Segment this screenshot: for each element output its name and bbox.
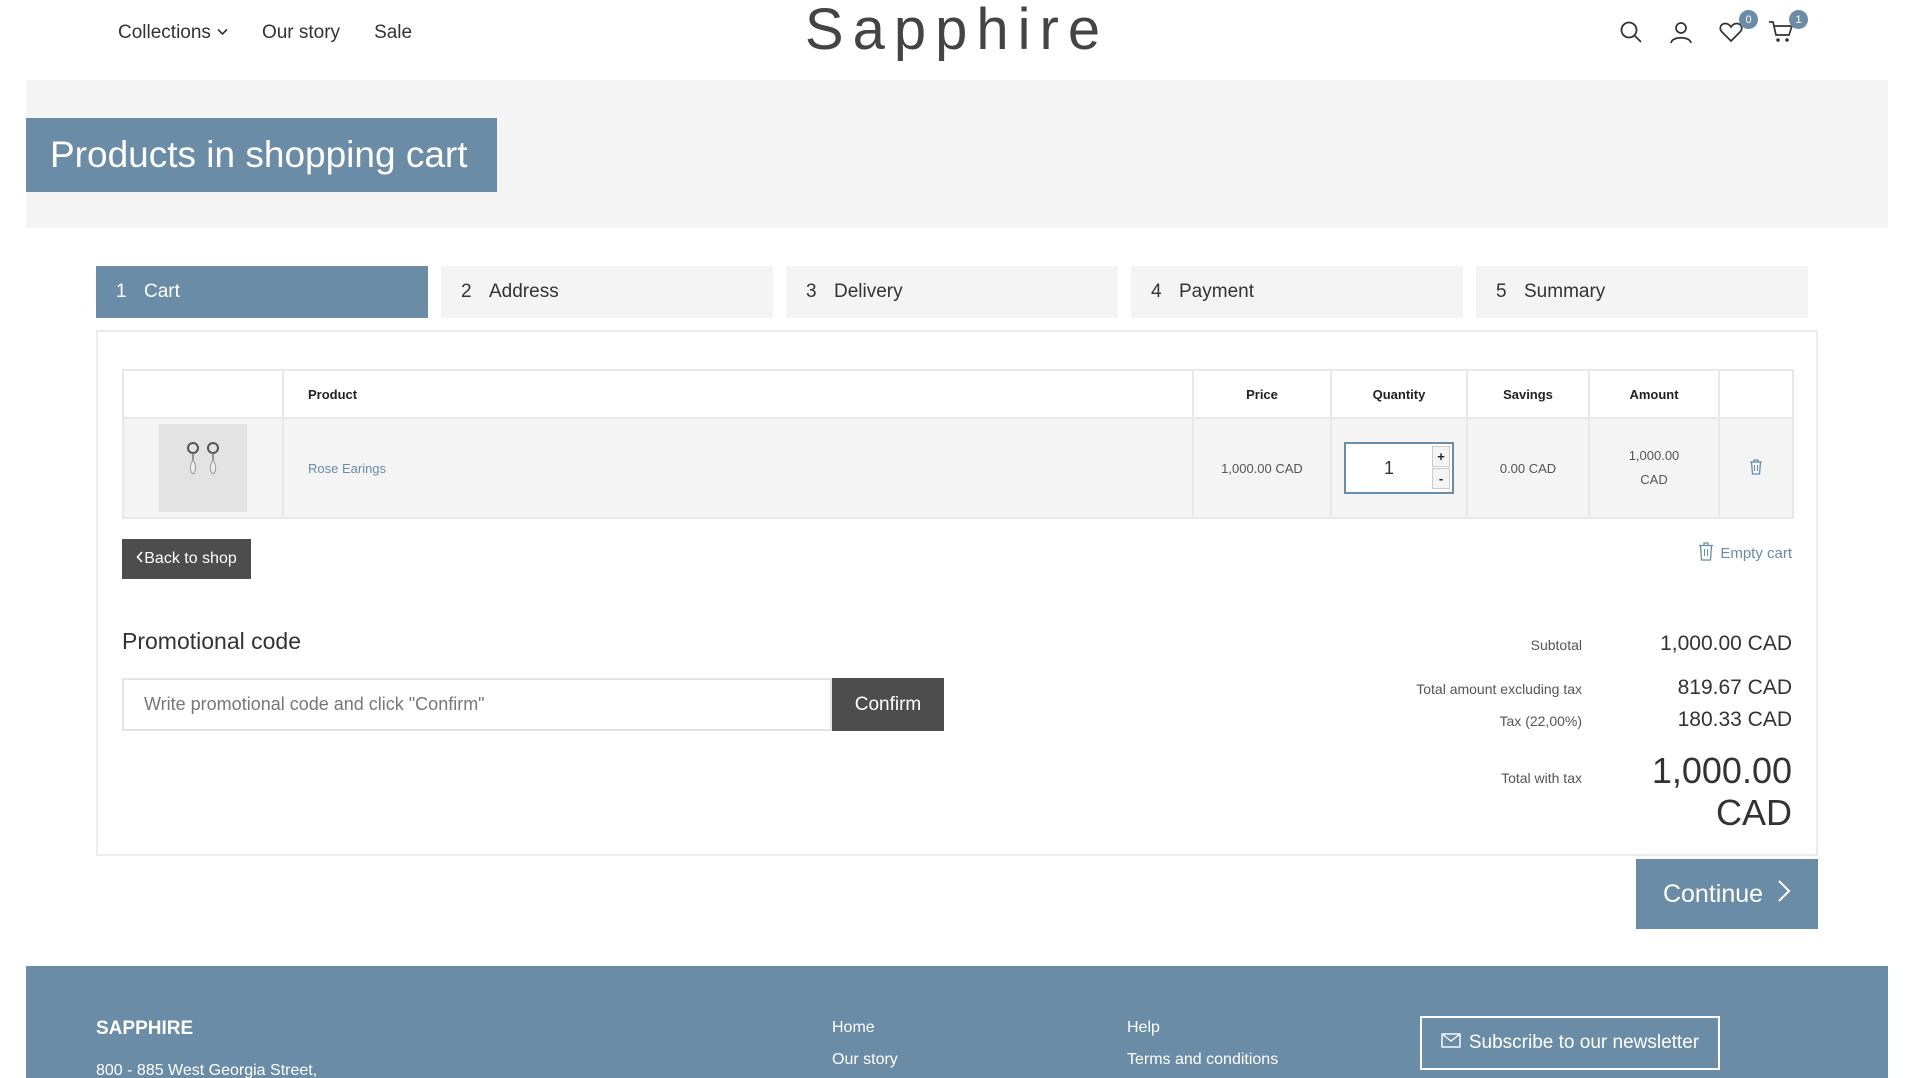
header-product: Product <box>282 369 1194 419</box>
empty-cart-button[interactable]: Empty cart <box>1698 542 1792 565</box>
step-delivery[interactable]: 3 Delivery <box>786 266 1118 318</box>
table-header-row: Product Price Quantity Savings Amount <box>122 369 1794 419</box>
cart-table: Product Price Quantity Savings Amount Ro… <box>122 369 1794 519</box>
step-summary[interactable]: 5 Summary <box>1476 266 1808 318</box>
quantity-input[interactable] <box>1346 444 1432 492</box>
footer-links-2: Help Terms and conditions <box>1127 1012 1278 1076</box>
price-cell: 1,000.00 CAD <box>1192 417 1332 519</box>
product-image-cell <box>122 417 284 519</box>
site-header: Collections Our story Sale Sapphire 0 1 <box>0 0 1914 80</box>
newsletter-label: Subscribe to our newsletter <box>1468 1032 1700 1053</box>
step-number: 4 <box>1151 281 1162 302</box>
step-label: Address <box>489 281 559 302</box>
total-value: 1,000.00 CAD <box>1651 750 1792 833</box>
page-banner: Products in shopping cart <box>26 80 1888 228</box>
quantity-decrease-button[interactable]: - <box>1432 468 1450 489</box>
header-quantity: Quantity <box>1330 369 1468 419</box>
amount-cell: 1,000.00 CAD <box>1588 417 1720 519</box>
footer-link-home[interactable]: Home <box>832 1012 898 1044</box>
cart-count-badge: 1 <box>1789 10 1808 29</box>
site-footer: SAPPHIRE 800 - 885 West Georgia Street, … <box>26 966 1888 1078</box>
tax-label: Tax (22,00%) <box>1499 713 1582 729</box>
header-savings: Savings <box>1466 369 1590 419</box>
header-amount: Amount <box>1588 369 1720 419</box>
empty-cart-label: Empty cart <box>1720 545 1792 562</box>
step-label: Payment <box>1179 281 1254 302</box>
step-label: Delivery <box>834 281 903 302</box>
subtotal-label: Subtotal <box>1530 637 1582 653</box>
wishlist-count-badge: 0 <box>1739 10 1758 29</box>
total-label: Total with tax <box>1501 770 1582 786</box>
table-row: Rose Earings 1,000.00 CAD + - 0.00 CAD 1… <box>122 417 1794 519</box>
promo-code-input[interactable] <box>122 678 832 731</box>
excl-tax-value: 819.67 CAD <box>1677 676 1792 699</box>
footer-link-help[interactable]: Help <box>1127 1012 1278 1044</box>
page-title: Products in shopping cart <box>26 118 497 192</box>
footer-brand: SAPPHIRE <box>96 1018 194 1039</box>
footer-address: 800 - 885 West Georgia Street, <box>96 1062 318 1078</box>
chevron-left-icon <box>136 550 144 568</box>
quantity-cell: + - <box>1330 417 1468 519</box>
continue-label: Continue <box>1662 879 1764 908</box>
footer-link-terms[interactable]: Terms and conditions <box>1127 1044 1278 1076</box>
checkout-steps: 1 Cart 2 Address 3 Delivery 4 Payment 5 … <box>96 266 1808 318</box>
step-label: Cart <box>144 281 180 302</box>
step-payment[interactable]: 4 Payment <box>1131 266 1463 318</box>
subtotal-row: Subtotal 1,000.00 CAD <box>1531 632 1792 656</box>
step-number: 5 <box>1496 281 1507 302</box>
amount-value: 1,000.00 <box>1628 448 1680 463</box>
step-cart[interactable]: 1 Cart <box>96 266 428 318</box>
total-row: Total with tax 1,000.00 CAD <box>1501 750 1792 834</box>
promo-title: Promotional code <box>122 628 301 654</box>
search-icon[interactable] <box>1618 14 1644 50</box>
cart-panel: Product Price Quantity Savings Amount Ro… <box>96 330 1818 856</box>
envelope-icon <box>1441 1032 1461 1054</box>
chevron-right-icon <box>1777 879 1791 910</box>
quantity-stepper: + - <box>1344 442 1454 494</box>
excl-tax-row: Total amount excluding tax 819.67 CAD <box>1416 676 1792 700</box>
step-number: 3 <box>806 281 817 302</box>
amount-currency: CAD <box>1640 472 1668 487</box>
step-address[interactable]: 2 Address <box>441 266 773 318</box>
product-thumbnail[interactable] <box>159 424 247 512</box>
header-image <box>122 369 284 419</box>
subtotal-value: 1,000.00 CAD <box>1660 632 1792 655</box>
savings-cell: 0.00 CAD <box>1466 417 1590 519</box>
cart-icon[interactable]: 1 <box>1768 10 1808 50</box>
trash-icon[interactable] <box>1749 458 1763 478</box>
tax-value: 180.33 CAD <box>1677 708 1792 731</box>
newsletter-subscribe-button[interactable]: Subscribe to our newsletter <box>1420 1016 1720 1070</box>
remove-cell <box>1718 417 1794 519</box>
step-number: 1 <box>116 281 127 302</box>
product-link[interactable]: Rose Earings <box>308 461 386 476</box>
header-price: Price <box>1192 369 1332 419</box>
footer-link-our-story[interactable]: Our story <box>832 1044 898 1076</box>
user-icon[interactable] <box>1668 14 1694 50</box>
back-to-shop-label: Back to shop <box>144 550 237 567</box>
wishlist-heart-icon[interactable]: 0 <box>1718 10 1758 50</box>
step-number: 2 <box>461 281 472 302</box>
quantity-increase-button[interactable]: + <box>1432 446 1450 467</box>
continue-button[interactable]: Continue <box>1636 859 1818 929</box>
promo-confirm-button[interactable]: Confirm <box>832 678 944 731</box>
header-icons: 0 1 <box>1618 10 1808 50</box>
trash-icon <box>1698 542 1714 565</box>
excl-tax-label: Total amount excluding tax <box>1416 681 1582 697</box>
footer-links-1: Home Our story <box>832 1012 898 1076</box>
step-label: Summary <box>1524 281 1606 302</box>
back-to-shop-button[interactable]: Back to shop <box>122 539 251 579</box>
header-remove <box>1718 369 1794 419</box>
tax-row: Tax (22,00%) 180.33 CAD <box>1500 708 1792 732</box>
product-name-cell: Rose Earings <box>282 417 1194 519</box>
